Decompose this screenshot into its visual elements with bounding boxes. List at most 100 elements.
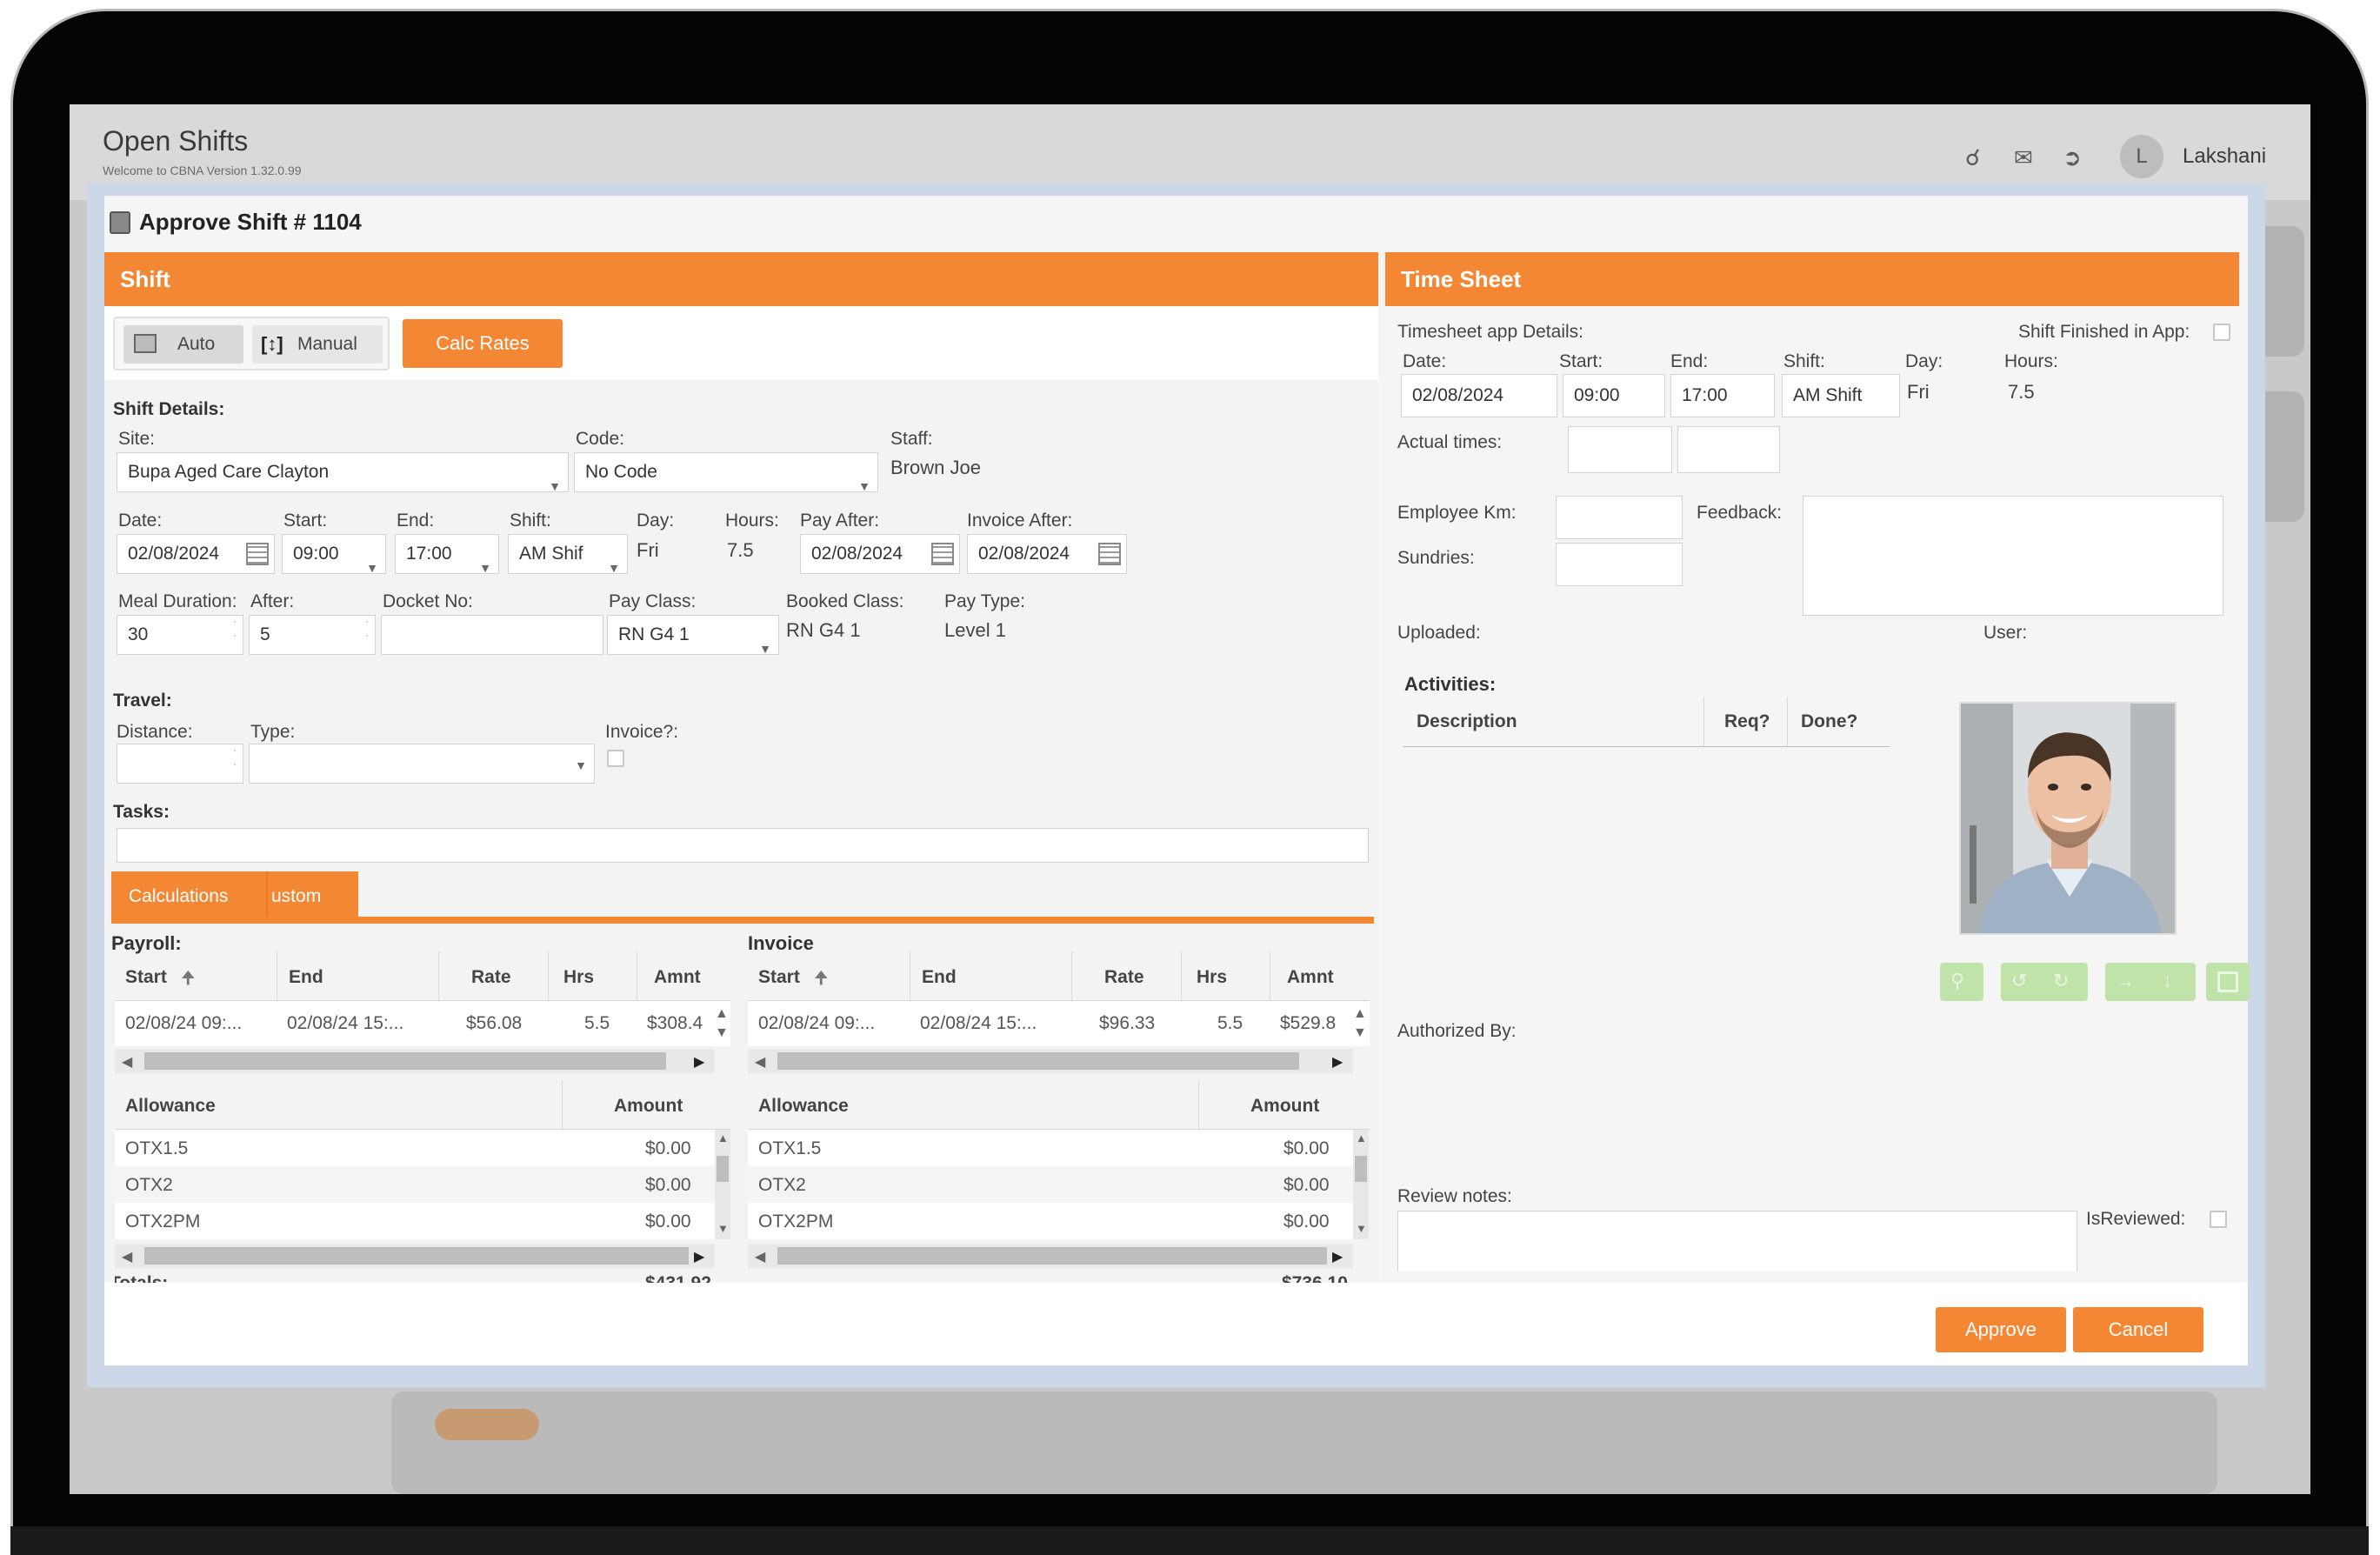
calc-rates-button[interactable]: Calc Rates xyxy=(403,319,563,368)
amount-header[interactable]: Amount xyxy=(614,1096,683,1117)
list-item[interactable]: OTX1.5 $0.00 xyxy=(748,1130,1353,1166)
scroll-down-icon[interactable]: ▼ xyxy=(1353,1025,1367,1041)
scrollbar-thumb[interactable] xyxy=(717,1156,729,1182)
scroll-left-icon[interactable]: ◀ xyxy=(755,1248,765,1265)
vertical-scrollbar[interactable]: ▲ ▼ xyxy=(1353,1130,1369,1239)
meal-duration-field[interactable]: 30 ˙ ˙ xyxy=(117,615,243,655)
invoice-col-amnt[interactable]: Amnt xyxy=(1287,967,1334,988)
horizontal-scrollbar[interactable]: ◀ ▶ xyxy=(748,1244,1353,1268)
payroll-col-start[interactable]: Start xyxy=(125,967,167,988)
scrollbar-thumb[interactable] xyxy=(144,1052,666,1070)
activity-col-description[interactable]: Description xyxy=(1417,711,1517,732)
payroll-col-end[interactable]: End xyxy=(289,967,323,988)
ts-shift-field[interactable]: AM Shift xyxy=(1782,374,1900,417)
shift-select[interactable]: AM Shif ▼ xyxy=(508,534,628,574)
scrollbar-thumb[interactable] xyxy=(777,1052,1299,1070)
scroll-left-icon[interactable]: ◀ xyxy=(755,1053,765,1071)
horizontal-scrollbar[interactable]: ◀ ▶ xyxy=(115,1049,715,1073)
tab-custom[interactable]: ustom xyxy=(266,871,358,922)
actual-start-field[interactable] xyxy=(1568,426,1672,473)
tab-calculations[interactable]: Calculations xyxy=(111,871,266,922)
invoice-col-end[interactable]: End xyxy=(922,967,957,988)
arrow-down-icon[interactable]: ↓ xyxy=(2163,970,2172,992)
list-item[interactable]: OTX1.5 $0.00 xyxy=(115,1130,715,1166)
arrow-right-icon[interactable]: → xyxy=(2116,970,2135,992)
pay-class-select[interactable]: RN G4 1 ▼ xyxy=(607,615,779,655)
scrollbar-thumb[interactable] xyxy=(144,1247,689,1265)
logout-icon[interactable]: ➲ xyxy=(2063,144,2082,171)
scroll-left-icon[interactable]: ◀ xyxy=(122,1053,132,1071)
scroll-down-icon[interactable]: ▼ xyxy=(715,1025,729,1041)
scrollbar-thumb[interactable] xyxy=(1355,1156,1367,1182)
invoice-col-start[interactable]: Start xyxy=(758,967,800,988)
scroll-right-icon[interactable]: ▶ xyxy=(694,1248,704,1265)
horizontal-scrollbar[interactable]: ◀ ▶ xyxy=(748,1049,1353,1073)
table-row[interactable]: 02/08/24 09:... 02/08/24 15:... $96.33 5… xyxy=(748,1001,1370,1046)
after-field[interactable]: 5 ˙ ˙ xyxy=(249,615,376,655)
scroll-up-icon[interactable]: ▲ xyxy=(1356,1131,1367,1145)
scroll-right-icon[interactable]: ▶ xyxy=(1332,1248,1343,1265)
save-photo-button[interactable] xyxy=(2206,963,2250,1001)
end-time-field[interactable]: 17:00 ▼ xyxy=(395,534,499,574)
employee-km-field[interactable] xyxy=(1556,496,1683,539)
calendar-icon[interactable] xyxy=(246,543,269,565)
uploaded-photo[interactable] xyxy=(1959,702,2177,935)
bell-icon[interactable]: ☌ xyxy=(1965,144,1980,171)
tasks-field[interactable] xyxy=(117,828,1369,863)
payroll-col-rate[interactable]: Rate xyxy=(471,967,511,988)
payroll-col-hrs[interactable]: Hrs xyxy=(563,967,594,988)
user-name[interactable]: Lakshani xyxy=(2183,144,2266,169)
travel-type-select[interactable]: ▼ xyxy=(249,744,595,784)
list-item[interactable]: OTX2 $0.00 xyxy=(115,1166,715,1203)
scroll-up-icon[interactable]: ▲ xyxy=(1353,1006,1367,1022)
pay-after-field[interactable]: 02/08/2024 xyxy=(800,534,960,574)
horizontal-scrollbar[interactable]: ◀ ▶ xyxy=(115,1244,715,1268)
list-item[interactable]: OTX2 $0.00 xyxy=(748,1166,1353,1203)
review-notes-field[interactable] xyxy=(1397,1211,2077,1271)
activity-col-done[interactable]: Done? xyxy=(1801,711,1857,732)
invoice-col-rate[interactable]: Rate xyxy=(1104,967,1144,988)
scrollbar-thumb[interactable] xyxy=(777,1247,1327,1265)
code-select[interactable]: No Code ▼ xyxy=(574,452,878,492)
shift-finished-checkbox[interactable] xyxy=(2213,324,2230,341)
list-item[interactable]: OTX2PM $0.00 xyxy=(115,1203,715,1239)
scroll-up-icon[interactable]: ▲ xyxy=(715,1006,729,1022)
invoice-after-field[interactable]: 02/08/2024 xyxy=(967,534,1127,574)
site-select[interactable]: Bupa Aged Care Clayton ▼ xyxy=(117,452,569,492)
calendar-icon[interactable] xyxy=(931,543,954,565)
activity-col-req[interactable]: Req? xyxy=(1724,711,1770,732)
spinner-icon[interactable]: ˙ ˙ xyxy=(366,619,370,647)
invoice-checkbox[interactable] xyxy=(607,750,624,767)
table-row[interactable]: 02/08/24 09:... 02/08/24 15:... $56.08 5… xyxy=(115,1001,730,1046)
ts-start-field[interactable]: 09:00 xyxy=(1563,374,1665,417)
scroll-up-icon[interactable]: ▲ xyxy=(717,1131,729,1145)
manual-button[interactable]: [↕] Manual xyxy=(252,325,383,364)
is-reviewed-checkbox[interactable] xyxy=(2210,1211,2227,1228)
scroll-left-icon[interactable]: ◀ xyxy=(122,1248,132,1265)
rotate-right-icon[interactable]: ↻ xyxy=(2053,970,2069,992)
scroll-down-icon[interactable]: ▼ xyxy=(717,1222,729,1235)
invoice-col-hrs[interactable]: Hrs xyxy=(1197,967,1227,988)
date-field[interactable]: 02/08/2024 xyxy=(117,534,275,574)
auto-button[interactable]: Auto xyxy=(123,325,243,364)
amount-header[interactable]: Amount xyxy=(1250,1096,1319,1117)
mail-icon[interactable]: ✉ xyxy=(2014,144,2033,171)
approve-button[interactable]: Approve xyxy=(1936,1307,2066,1352)
zoom-button[interactable]: ⚲ xyxy=(1940,963,1983,1001)
actual-end-field[interactable] xyxy=(1677,426,1780,473)
feedback-field[interactable] xyxy=(1803,496,2223,616)
flip-buttons[interactable]: → ↓ xyxy=(2105,963,2196,1001)
avatar[interactable]: L xyxy=(2120,135,2163,178)
distance-field[interactable]: ˙ ˙ xyxy=(117,744,243,784)
cancel-button[interactable]: Cancel xyxy=(2073,1307,2203,1352)
allowance-header[interactable]: Allowance xyxy=(125,1096,216,1117)
sundries-field[interactable] xyxy=(1556,543,1683,586)
start-time-field[interactable]: 09:00 ▼ xyxy=(282,534,386,574)
ts-end-field[interactable]: 17:00 xyxy=(1670,374,1775,417)
ts-date-field[interactable]: 02/08/2024 xyxy=(1401,374,1557,417)
scroll-down-icon[interactable]: ▼ xyxy=(1356,1222,1367,1235)
vertical-scrollbar[interactable]: ▲ ▼ xyxy=(715,1130,730,1239)
docket-field[interactable] xyxy=(381,615,603,655)
spinner-icon[interactable]: ˙ ˙ xyxy=(234,619,237,647)
rotate-buttons[interactable]: ↺ ↻ xyxy=(2001,963,2088,1001)
